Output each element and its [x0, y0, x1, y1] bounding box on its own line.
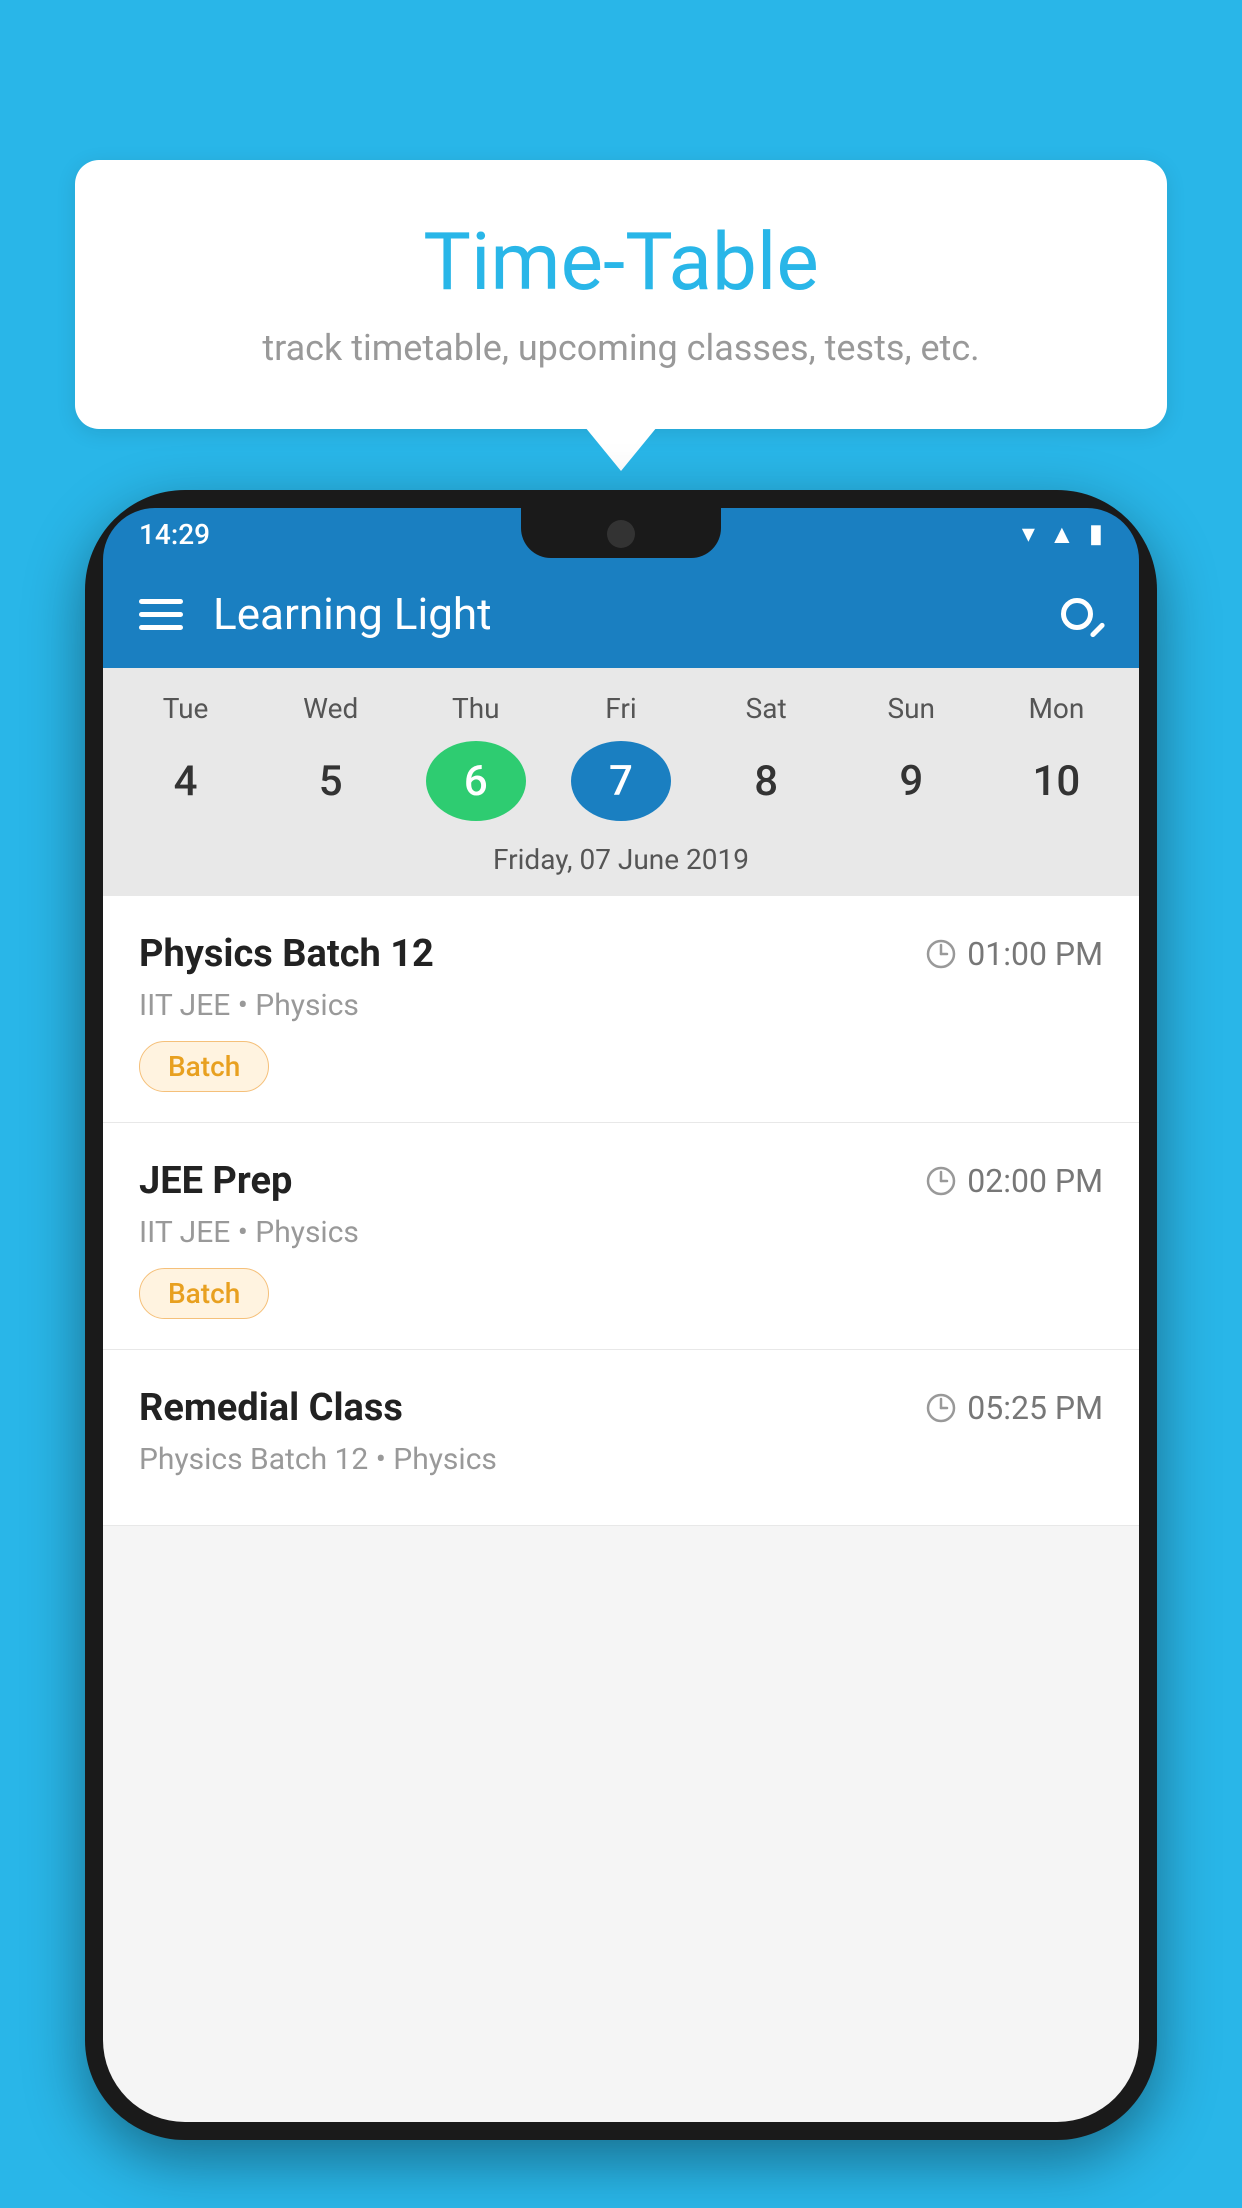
bubble-subtitle: track timetable, upcoming classes, tests… [135, 327, 1107, 369]
phone-frame: 14:29 ▾ ▲ ▮ Learning Light [85, 490, 1157, 2140]
calendar-strip: Tue Wed Thu Fri Sat Sun Mon 4 5 6 7 8 9 … [103, 668, 1139, 896]
clock-icon-2 [925, 1165, 957, 1197]
day-header-fri: Fri [571, 692, 671, 725]
item-1-badge: Batch [139, 1041, 269, 1092]
schedule-item-1-header: Physics Batch 12 01:00 PM [139, 932, 1103, 976]
wifi-icon: ▾ [1022, 519, 1035, 549]
camera [607, 520, 635, 548]
speech-bubble-container: Time-Table track timetable, upcoming cla… [75, 160, 1167, 429]
battery-icon: ▮ [1089, 519, 1103, 549]
item-2-time: 02:00 PM [925, 1162, 1103, 1200]
item-2-subject: IIT JEE • Physics [139, 1215, 1103, 1250]
item-2-title: JEE Prep [139, 1159, 292, 1203]
item-2-time-text: 02:00 PM [967, 1162, 1103, 1200]
schedule-item-3-header: Remedial Class 05:25 PM [139, 1386, 1103, 1430]
day-8[interactable]: 8 [716, 741, 816, 821]
day-10[interactable]: 10 [1006, 741, 1106, 821]
day-header-sun: Sun [861, 692, 961, 725]
day-header-tue: Tue [136, 692, 236, 725]
phone-wrapper: 14:29 ▾ ▲ ▮ Learning Light [85, 490, 1157, 2208]
day-7-selected[interactable]: 7 [571, 741, 671, 821]
status-time: 14:29 [139, 518, 210, 551]
hamburger-line-1 [139, 599, 183, 604]
item-1-time-text: 01:00 PM [967, 935, 1103, 973]
item-1-title: Physics Batch 12 [139, 932, 434, 976]
speech-bubble: Time-Table track timetable, upcoming cla… [75, 160, 1167, 429]
item-3-title: Remedial Class [139, 1386, 403, 1430]
day-numbers: 4 5 6 7 8 9 10 [103, 741, 1139, 821]
clock-icon-1 [925, 938, 957, 970]
day-header-wed: Wed [281, 692, 381, 725]
item-3-time: 05:25 PM [925, 1389, 1103, 1427]
app-bar: Learning Light [103, 560, 1139, 668]
day-header-thu: Thu [426, 692, 526, 725]
schedule-item-3[interactable]: Remedial Class 05:25 PM Physics Batch 12… [103, 1350, 1139, 1526]
app-title: Learning Light [213, 588, 492, 640]
selected-date-label: Friday, 07 June 2019 [103, 839, 1139, 896]
bubble-title: Time-Table [135, 215, 1107, 309]
hamburger-line-3 [139, 625, 183, 630]
hamburger-line-2 [139, 612, 183, 617]
item-1-subject: IIT JEE • Physics [139, 988, 1103, 1023]
clock-icon-3 [925, 1392, 957, 1424]
hamburger-menu-button[interactable] [139, 599, 183, 630]
day-headers: Tue Wed Thu Fri Sat Sun Mon [103, 692, 1139, 725]
schedule-item-2-header: JEE Prep 02:00 PM [139, 1159, 1103, 1203]
item-3-subject: Physics Batch 12 • Physics [139, 1442, 1103, 1477]
app-bar-left: Learning Light [139, 588, 492, 640]
screen: Learning Light Tue Wed Thu Fri Sat Sun M… [103, 560, 1139, 2122]
search-icon [1061, 598, 1093, 630]
day-6-today[interactable]: 6 [426, 741, 526, 821]
search-button[interactable] [1051, 588, 1103, 640]
schedule-item-2[interactable]: JEE Prep 02:00 PM IIT JEE • Physics Batc… [103, 1123, 1139, 1350]
item-3-time-text: 05:25 PM [967, 1389, 1103, 1427]
day-9[interactable]: 9 [861, 741, 961, 821]
phone-notch [521, 508, 721, 558]
schedule-item-1[interactable]: Physics Batch 12 01:00 PM IIT JEE • Phys… [103, 896, 1139, 1123]
day-4[interactable]: 4 [136, 741, 236, 821]
day-5[interactable]: 5 [281, 741, 381, 821]
item-1-time: 01:00 PM [925, 935, 1103, 973]
schedule-list: Physics Batch 12 01:00 PM IIT JEE • Phys… [103, 896, 1139, 1526]
day-header-mon: Mon [1006, 692, 1106, 725]
day-header-sat: Sat [716, 692, 816, 725]
item-2-badge: Batch [139, 1268, 269, 1319]
status-icons: ▾ ▲ ▮ [1022, 519, 1103, 550]
signal-icon: ▲ [1049, 519, 1075, 550]
